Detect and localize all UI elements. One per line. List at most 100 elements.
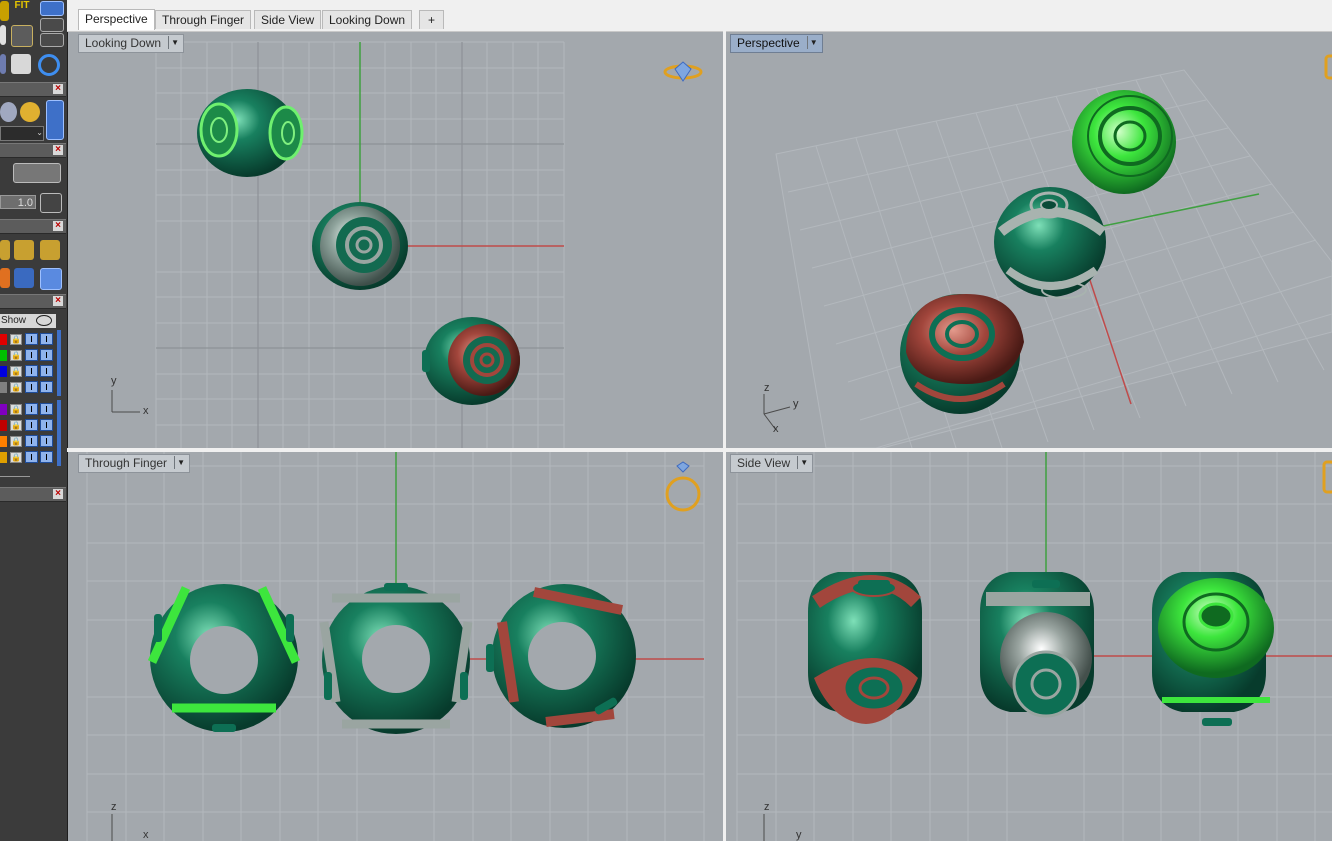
layer-toggle[interactable] bbox=[40, 451, 53, 463]
viewport-perspective[interactable]: Perspective ▼ z y x bbox=[726, 32, 1332, 448]
fit-button[interactable]: FIT bbox=[11, 0, 33, 20]
layer-color-swatch[interactable] bbox=[0, 382, 7, 393]
layer-toggle[interactable] bbox=[25, 419, 38, 431]
layer-toggle[interactable] bbox=[40, 365, 53, 377]
layer-toggle[interactable] bbox=[40, 435, 53, 447]
eye-icon[interactable] bbox=[36, 315, 52, 326]
bead-silver-side[interactable] bbox=[980, 572, 1094, 718]
layer-toggle[interactable] bbox=[25, 333, 38, 345]
layer-row[interactable]: 🔒 bbox=[0, 402, 56, 416]
lock-icon[interactable]: 🔒 bbox=[10, 334, 22, 345]
bead-silver-center[interactable] bbox=[312, 202, 408, 290]
bead-green-side[interactable] bbox=[1152, 572, 1274, 726]
viewport-splitter-vertical[interactable] bbox=[723, 31, 726, 841]
frame-icon[interactable] bbox=[13, 163, 61, 183]
layer-toggle[interactable] bbox=[40, 419, 53, 431]
transform-icon-3[interactable] bbox=[40, 240, 60, 260]
layer-color-swatch[interactable] bbox=[0, 366, 7, 377]
layer-toggle[interactable] bbox=[25, 451, 38, 463]
sphere-tool-icon[interactable] bbox=[0, 102, 17, 122]
close-icon[interactable]: × bbox=[53, 145, 63, 155]
layer-row[interactable]: 🔒 bbox=[0, 418, 56, 432]
tab-perspective[interactable]: Perspective bbox=[78, 9, 155, 30]
lock-icon[interactable]: 🔒 bbox=[10, 404, 22, 415]
layer-row[interactable]: 🔒 bbox=[0, 434, 56, 448]
viewport-looking-down[interactable]: Looking Down ▼ y x bbox=[74, 32, 723, 448]
bead-green-finger[interactable] bbox=[147, 584, 301, 732]
lock-icon[interactable]: 🔒 bbox=[10, 350, 22, 361]
transform-icon-2[interactable] bbox=[14, 240, 34, 260]
ruler-icon[interactable] bbox=[11, 54, 31, 74]
layer-color-swatch[interactable] bbox=[0, 436, 7, 447]
layer-toggle[interactable] bbox=[40, 381, 53, 393]
grid-snap-icon[interactable] bbox=[40, 193, 62, 213]
layer-row[interactable]: 🔒 bbox=[0, 450, 56, 464]
spin-value-field[interactable]: 1.0 bbox=[0, 195, 36, 209]
gem-view-icon[interactable] bbox=[1324, 54, 1332, 80]
chevron-down-icon[interactable]: ▼ bbox=[806, 36, 820, 49]
gem-view-icon[interactable] bbox=[663, 61, 703, 82]
viewport-label-looking-down[interactable]: Looking Down ▼ bbox=[78, 34, 185, 53]
viewport-side-view[interactable]: Side View ▼ z y bbox=[726, 452, 1332, 841]
layer-color-swatch[interactable] bbox=[0, 404, 7, 415]
tab-side-view[interactable]: Side View bbox=[254, 10, 322, 29]
ring-icon[interactable] bbox=[38, 54, 60, 76]
layer-toggle[interactable] bbox=[25, 435, 38, 447]
layer-color-swatch[interactable] bbox=[0, 350, 7, 361]
layer-toggle[interactable] bbox=[40, 349, 53, 361]
layer-toggle[interactable] bbox=[40, 403, 53, 415]
bead-green-top[interactable] bbox=[197, 89, 304, 177]
split-viewport-icon[interactable] bbox=[40, 18, 64, 32]
tab-looking-down[interactable]: Looking Down bbox=[322, 10, 413, 29]
lock-icon[interactable]: 🔒 bbox=[10, 436, 22, 447]
dropdown-select[interactable]: ⌄ bbox=[0, 126, 44, 141]
chevron-down-icon[interactable]: ▼ bbox=[168, 36, 181, 49]
close-icon[interactable]: × bbox=[53, 84, 63, 94]
viewport-label-side-view[interactable]: Side View ▼ bbox=[730, 454, 814, 473]
close-icon[interactable]: × bbox=[53, 489, 63, 499]
viewport-label-perspective[interactable]: Perspective ▼ bbox=[730, 34, 823, 53]
lock-icon[interactable]: 🔒 bbox=[10, 382, 22, 393]
bead-red-side[interactable] bbox=[808, 572, 922, 724]
gem-tool-icon[interactable] bbox=[20, 102, 40, 122]
gumball-icon-1[interactable] bbox=[0, 268, 10, 288]
single-viewport-icon[interactable] bbox=[40, 1, 64, 16]
ring-view-icon[interactable] bbox=[665, 461, 701, 512]
layer-toggle[interactable] bbox=[25, 349, 38, 361]
bead-red-bottom[interactable] bbox=[422, 317, 520, 405]
transform-icon-1[interactable] bbox=[0, 240, 10, 260]
layer-row[interactable]: 🔒 bbox=[0, 332, 56, 346]
scissors-icon[interactable] bbox=[0, 54, 6, 74]
layer-scrollbar[interactable] bbox=[57, 330, 61, 396]
curve-icon[interactable] bbox=[11, 25, 33, 47]
viewport-splitter-horizontal[interactable] bbox=[67, 448, 1332, 452]
add-tab-button[interactable]: + bbox=[419, 10, 444, 29]
layer-color-swatch[interactable] bbox=[0, 452, 7, 463]
bead-red-finger[interactable] bbox=[486, 584, 636, 728]
layer-color-swatch[interactable] bbox=[0, 334, 7, 345]
chevron-down-icon[interactable]: ▼ bbox=[174, 456, 187, 469]
viewport-through-finger[interactable]: Through Finger ▼ z x bbox=[74, 452, 723, 841]
gumball-icon-3[interactable] bbox=[40, 268, 62, 290]
close-icon[interactable]: × bbox=[53, 221, 63, 231]
layer-toggle[interactable] bbox=[40, 333, 53, 345]
close-icon[interactable]: × bbox=[53, 296, 63, 306]
layer-toggle[interactable] bbox=[25, 365, 38, 377]
layer-color-swatch[interactable] bbox=[0, 420, 7, 431]
tab-through-finger[interactable]: Through Finger bbox=[155, 10, 252, 29]
bead-green-perspective[interactable] bbox=[1072, 90, 1176, 194]
viewport-label-through-finger[interactable]: Through Finger ▼ bbox=[78, 454, 191, 473]
lock-icon[interactable]: 🔒 bbox=[10, 452, 22, 463]
cylinder-icon[interactable] bbox=[0, 25, 6, 45]
layer-row[interactable]: 🔒 bbox=[0, 348, 56, 362]
lock-icon[interactable]: 🔒 bbox=[10, 420, 22, 431]
layer-row[interactable]: 🔒 bbox=[0, 380, 56, 394]
chevron-down-icon[interactable]: ▼ bbox=[797, 456, 810, 469]
gumball-icon-2[interactable] bbox=[14, 268, 34, 288]
layer-toggle[interactable] bbox=[25, 403, 38, 415]
layer-row[interactable]: 🔒 bbox=[0, 364, 56, 378]
lock-icon[interactable]: 🔒 bbox=[10, 366, 22, 377]
bead-silver-finger[interactable] bbox=[319, 583, 473, 734]
layer-toggle[interactable] bbox=[25, 381, 38, 393]
gear-icon[interactable] bbox=[0, 1, 9, 21]
